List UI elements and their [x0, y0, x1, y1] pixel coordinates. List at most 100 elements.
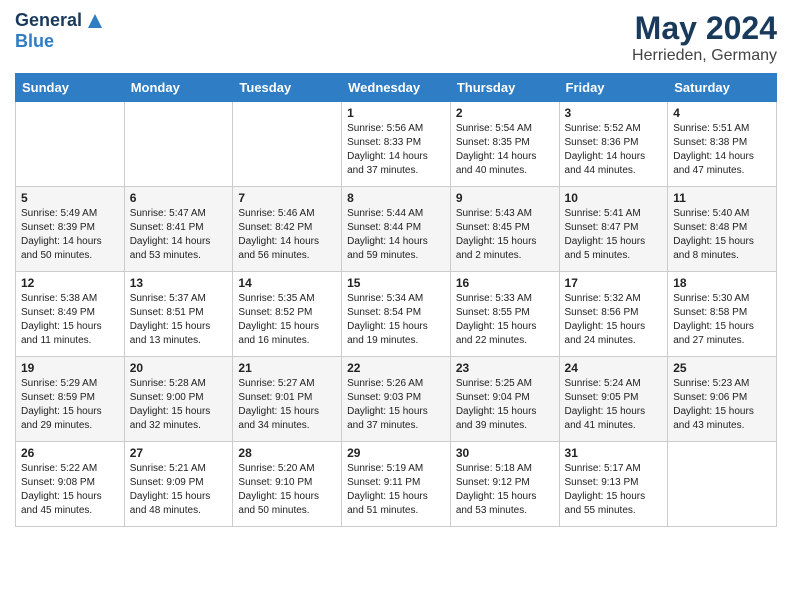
- calendar-cell-w1-d2: [233, 102, 342, 187]
- calendar-cell-w2-d4: 9 Sunrise: 5:43 AMSunset: 8:45 PMDaylight…: [450, 187, 559, 272]
- calendar-cell-w2-d3: 8 Sunrise: 5:44 AMSunset: 8:44 PMDaylight…: [342, 187, 451, 272]
- calendar-cell-w1-d5: 3 Sunrise: 5:52 AMSunset: 8:36 PMDaylight…: [559, 102, 668, 187]
- logo: General Blue: [15, 10, 106, 52]
- day-info: Sunrise: 5:52 AMSunset: 8:36 PMDaylight:…: [565, 122, 663, 178]
- day-info: Sunrise: 5:20 AMSunset: 9:10 PMDaylight:…: [238, 462, 336, 518]
- calendar-cell-w5-d2: 28 Sunrise: 5:20 AMSunset: 9:10 PMDayligh…: [233, 442, 342, 527]
- day-number: 30: [456, 446, 554, 460]
- calendar-cell-w4-d3: 22Sunrise: 5:26 AMSunset: 9:03 PMDayligh…: [342, 357, 451, 442]
- logo-blue-text: Blue: [15, 32, 106, 52]
- day-number: 28: [238, 446, 336, 460]
- day-info: Sunrise: 5:18 AMSunset: 9:12 PMDaylight:…: [456, 462, 554, 518]
- logo-general-text: General: [15, 11, 82, 31]
- col-thursday: Thursday: [450, 74, 559, 102]
- calendar-cell-w5-d6: [668, 442, 777, 527]
- day-info: Sunrise: 5:54 AMSunset: 8:35 PMDaylight:…: [456, 122, 554, 178]
- day-number: 23: [456, 361, 554, 375]
- day-number: 25: [673, 361, 771, 375]
- day-number: 24: [565, 361, 663, 375]
- logo-icon: [84, 10, 106, 32]
- day-number: 9: [456, 191, 554, 205]
- week-row-1: 1 Sunrise: 5:56 AMSunset: 8:33 PMDaylight…: [16, 102, 777, 187]
- month-title: May 2024: [632, 10, 777, 47]
- day-number: 15: [347, 276, 445, 290]
- calendar-cell-w4-d5: 24 Sunrise: 5:24 AMSunset: 9:05 PMDayligh…: [559, 357, 668, 442]
- day-number: 27: [130, 446, 228, 460]
- day-number: 2: [456, 106, 554, 120]
- day-info: Sunrise: 5:51 AMSunset: 8:38 PMDaylight:…: [673, 122, 771, 178]
- header: General Blue May 2024 Herrieden, Germany: [15, 10, 777, 65]
- calendar-cell-w3-d0: 12 Sunrise: 5:38 AMSunset: 8:49 PMDayligh…: [16, 272, 125, 357]
- day-number: 14: [238, 276, 336, 290]
- calendar-cell-w4-d6: 25 Sunrise: 5:23 AMSunset: 9:06 PMDayligh…: [668, 357, 777, 442]
- calendar-cell-w1-d3: 1 Sunrise: 5:56 AMSunset: 8:33 PMDaylight…: [342, 102, 451, 187]
- calendar-cell-w4-d0: 19 Sunrise: 5:29 AMSunset: 8:59 PMDayligh…: [16, 357, 125, 442]
- location: Herrieden, Germany: [632, 47, 777, 65]
- day-number: 13: [130, 276, 228, 290]
- day-info: Sunrise: 5:43 AMSunset: 8:45 PMDaylight:…: [456, 207, 554, 263]
- col-monday: Monday: [124, 74, 233, 102]
- day-number: 21: [238, 361, 336, 375]
- day-number: 11: [673, 191, 771, 205]
- day-info: Sunrise: 5:44 AMSunset: 8:44 PMDaylight:…: [347, 207, 445, 263]
- calendar-cell-w2-d6: 11 Sunrise: 5:40 AMSunset: 8:48 PMDayligh…: [668, 187, 777, 272]
- day-number: 7: [238, 191, 336, 205]
- calendar-cell-w3-d5: 17Sunrise: 5:32 AMSunset: 8:56 PMDayligh…: [559, 272, 668, 357]
- day-info: Sunrise: 5:38 AMSunset: 8:49 PMDaylight:…: [21, 292, 119, 348]
- day-number: 26: [21, 446, 119, 460]
- col-tuesday: Tuesday: [233, 74, 342, 102]
- day-number: 18: [673, 276, 771, 290]
- day-info: Sunrise: 5:23 AMSunset: 9:06 PMDaylight:…: [673, 377, 771, 433]
- day-info: Sunrise: 5:41 AMSunset: 8:47 PMDaylight:…: [565, 207, 663, 263]
- calendar-cell-w5-d3: 29Sunrise: 5:19 AMSunset: 9:11 PMDayligh…: [342, 442, 451, 527]
- day-number: 5: [21, 191, 119, 205]
- col-friday: Friday: [559, 74, 668, 102]
- col-saturday: Saturday: [668, 74, 777, 102]
- day-info: Sunrise: 5:56 AMSunset: 8:33 PMDaylight:…: [347, 122, 445, 178]
- day-number: 10: [565, 191, 663, 205]
- week-row-4: 19 Sunrise: 5:29 AMSunset: 8:59 PMDayligh…: [16, 357, 777, 442]
- calendar-cell-w1-d1: [124, 102, 233, 187]
- calendar-cell-w5-d1: 27Sunrise: 5:21 AMSunset: 9:09 PMDayligh…: [124, 442, 233, 527]
- day-number: 4: [673, 106, 771, 120]
- day-info: Sunrise: 5:17 AMSunset: 9:13 PMDaylight:…: [565, 462, 663, 518]
- day-info: Sunrise: 5:40 AMSunset: 8:48 PMDaylight:…: [673, 207, 771, 263]
- calendar-cell-w2-d5: 10 Sunrise: 5:41 AMSunset: 8:47 PMDayligh…: [559, 187, 668, 272]
- day-info: Sunrise: 5:22 AMSunset: 9:08 PMDaylight:…: [21, 462, 119, 518]
- day-number: 16: [456, 276, 554, 290]
- week-row-2: 5Sunrise: 5:49 AMSunset: 8:39 PMDaylight…: [16, 187, 777, 272]
- calendar-cell-w5-d4: 30 Sunrise: 5:18 AMSunset: 9:12 PMDayligh…: [450, 442, 559, 527]
- day-info: Sunrise: 5:35 AMSunset: 8:52 PMDaylight:…: [238, 292, 336, 348]
- day-info: Sunrise: 5:27 AMSunset: 9:01 PMDaylight:…: [238, 377, 336, 433]
- day-info: Sunrise: 5:24 AMSunset: 9:05 PMDaylight:…: [565, 377, 663, 433]
- day-info: Sunrise: 5:26 AMSunset: 9:03 PMDaylight:…: [347, 377, 445, 433]
- calendar-header-row: Sunday Monday Tuesday Wednesday Thursday…: [16, 74, 777, 102]
- day-number: 19: [21, 361, 119, 375]
- day-number: 12: [21, 276, 119, 290]
- col-wednesday: Wednesday: [342, 74, 451, 102]
- day-info: Sunrise: 5:37 AMSunset: 8:51 PMDaylight:…: [130, 292, 228, 348]
- day-number: 31: [565, 446, 663, 460]
- day-number: 8: [347, 191, 445, 205]
- calendar-cell-w3-d4: 16 Sunrise: 5:33 AMSunset: 8:55 PMDayligh…: [450, 272, 559, 357]
- day-info: Sunrise: 5:33 AMSunset: 8:55 PMDaylight:…: [456, 292, 554, 348]
- day-number: 29: [347, 446, 445, 460]
- calendar-cell-w4-d4: 23Sunrise: 5:25 AMSunset: 9:04 PMDayligh…: [450, 357, 559, 442]
- day-number: 6: [130, 191, 228, 205]
- calendar-cell-w3-d3: 15Sunrise: 5:34 AMSunset: 8:54 PMDayligh…: [342, 272, 451, 357]
- col-sunday: Sunday: [16, 74, 125, 102]
- calendar-cell-w1-d6: 4 Sunrise: 5:51 AMSunset: 8:38 PMDaylight…: [668, 102, 777, 187]
- day-info: Sunrise: 5:47 AMSunset: 8:41 PMDaylight:…: [130, 207, 228, 263]
- week-row-3: 12 Sunrise: 5:38 AMSunset: 8:49 PMDayligh…: [16, 272, 777, 357]
- calendar-cell-w3-d2: 14 Sunrise: 5:35 AMSunset: 8:52 PMDayligh…: [233, 272, 342, 357]
- calendar-cell-w3-d1: 13 Sunrise: 5:37 AMSunset: 8:51 PMDayligh…: [124, 272, 233, 357]
- calendar-cell-w2-d1: 6 Sunrise: 5:47 AMSunset: 8:41 PMDaylight…: [124, 187, 233, 272]
- page: General Blue May 2024 Herrieden, Germany…: [0, 0, 792, 542]
- calendar-cell-w1-d0: [16, 102, 125, 187]
- day-number: 1: [347, 106, 445, 120]
- day-number: 3: [565, 106, 663, 120]
- calendar-cell-w4-d1: 20Sunrise: 5:28 AMSunset: 9:00 PMDayligh…: [124, 357, 233, 442]
- day-info: Sunrise: 5:29 AMSunset: 8:59 PMDaylight:…: [21, 377, 119, 433]
- day-number: 20: [130, 361, 228, 375]
- calendar-cell-w5-d0: 26 Sunrise: 5:22 AMSunset: 9:08 PMDayligh…: [16, 442, 125, 527]
